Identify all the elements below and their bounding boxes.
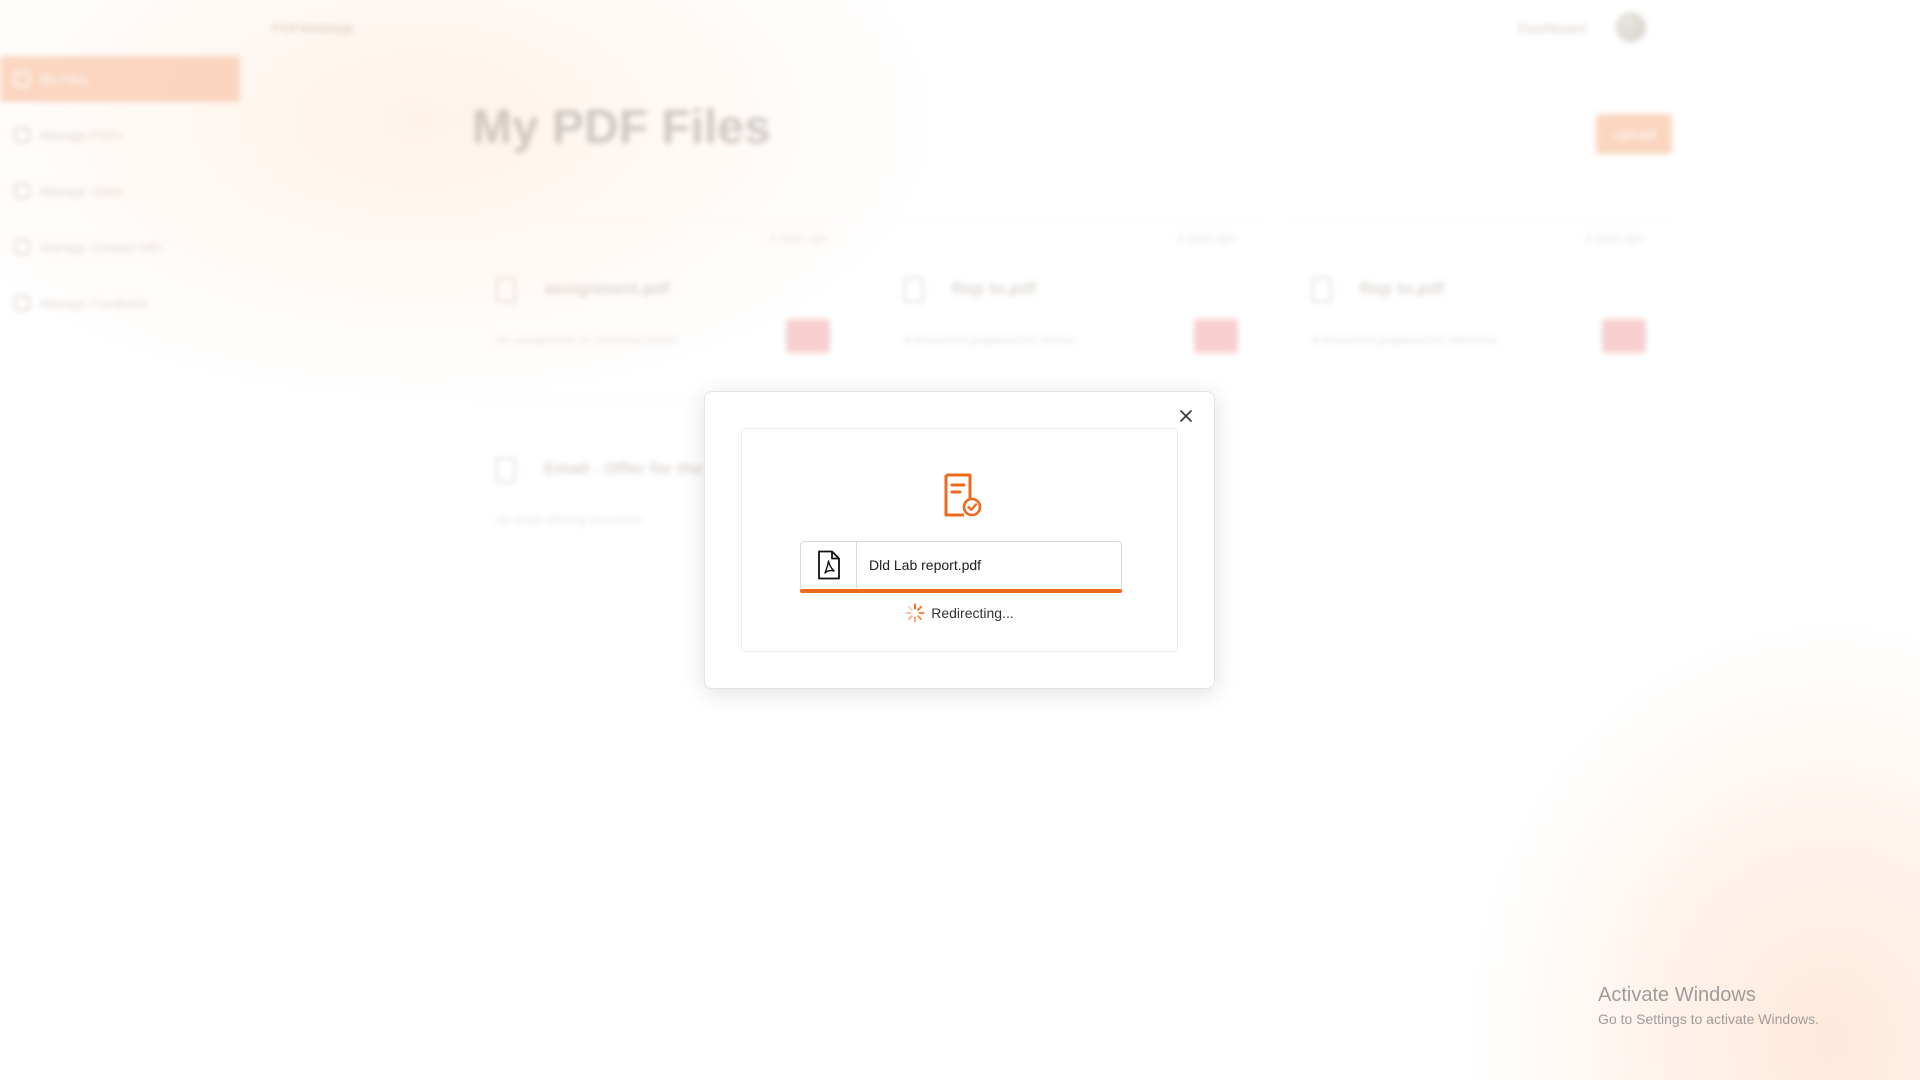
avatar[interactable] xyxy=(1616,12,1646,42)
status-text: Redirecting... xyxy=(931,605,1014,621)
watermark-subtitle: Go to Settings to activate Windows. xyxy=(1598,1011,1819,1027)
close-icon[interactable] xyxy=(1176,406,1196,426)
pdf-icon xyxy=(14,127,30,143)
card-description: A document prepared for reference xyxy=(1312,333,1499,347)
card-date: 2 days ago xyxy=(769,231,828,245)
sidebar-item-label: My Files xyxy=(40,71,89,87)
card-name: Rep to.pdf xyxy=(952,279,1037,298)
pdf-file-icon xyxy=(801,542,857,588)
upload-button[interactable]: Upload xyxy=(1596,114,1672,154)
sidebar-item-label: Manage PDFs xyxy=(40,127,124,143)
page-title: My PDF Files xyxy=(472,101,771,154)
sidebar-item-label: Manage Contact Info xyxy=(40,239,161,255)
card-date: 2 days ago xyxy=(1177,231,1236,245)
file-name: Dld Lab report.pdf xyxy=(869,557,982,573)
sidebar-item-manage-pdfs[interactable]: Manage PDFs xyxy=(0,112,240,158)
sidebar: My Files Manage PDFs Manage Users Manage… xyxy=(0,56,240,456)
upload-progress-fill xyxy=(800,589,1122,593)
card-name: Email - Offer for the xyxy=(544,459,703,478)
file-icon xyxy=(14,71,30,87)
sidebar-item-manage-users[interactable]: Manage Users xyxy=(0,168,240,214)
upload-status: Redirecting... xyxy=(742,603,1177,623)
upload-panel: Dld Lab report.pdf Redirecting... xyxy=(741,428,1178,652)
watermark-title: Activate Windows xyxy=(1598,984,1756,1006)
pdf-card[interactable]: 2 days ago Rep to.pdf A document prepare… xyxy=(880,220,1260,370)
delete-button[interactable] xyxy=(1194,319,1238,353)
card-description: An assignment on electrical drives xyxy=(496,333,679,347)
document-check-icon xyxy=(942,473,982,517)
sidebar-item-label: Manage Feedback xyxy=(40,295,148,311)
top-bar: PDFWebApp Dashboard xyxy=(0,0,1920,56)
pdf-card[interactable]: 2 days ago Rep to.pdf A document prepare… xyxy=(1288,220,1668,370)
upload-progress-bar xyxy=(800,589,1122,593)
upload-modal: Dld Lab report.pdf Redirecting... xyxy=(704,391,1215,689)
sidebar-item-manage-feedback[interactable]: Manage Feedback xyxy=(0,280,240,326)
users-icon xyxy=(14,183,30,199)
file-icon xyxy=(496,457,516,483)
card-date: 2 days ago xyxy=(1585,231,1644,245)
uploaded-file-row: Dld Lab report.pdf xyxy=(800,541,1122,591)
sidebar-item-manage-contact-info[interactable]: Manage Contact Info xyxy=(0,224,240,270)
pdf-card[interactable]: 2 days ago assignment.pdf An assignment … xyxy=(472,220,852,370)
file-icon xyxy=(496,277,516,303)
windows-activation-watermark: Activate Windows Go to Settings to activ… xyxy=(1598,984,1819,1027)
card-name: Rep to.pdf xyxy=(1360,279,1445,298)
feedback-icon xyxy=(14,295,30,311)
file-icon xyxy=(904,277,924,303)
sidebar-item-label: Manage Users xyxy=(40,183,125,199)
dashboard-link[interactable]: Dashboard xyxy=(1518,20,1587,36)
delete-button[interactable] xyxy=(786,319,830,353)
card-description: A document prepared for review xyxy=(904,333,1075,347)
card-name: assignment.pdf xyxy=(544,279,670,298)
brand-name: PDFWebApp xyxy=(272,20,354,36)
sidebar-item-my-files[interactable]: My Files xyxy=(0,56,240,102)
delete-button[interactable] xyxy=(1602,319,1646,353)
file-icon xyxy=(1312,277,1332,303)
spinner-icon xyxy=(905,603,925,623)
contact-icon xyxy=(14,239,30,255)
